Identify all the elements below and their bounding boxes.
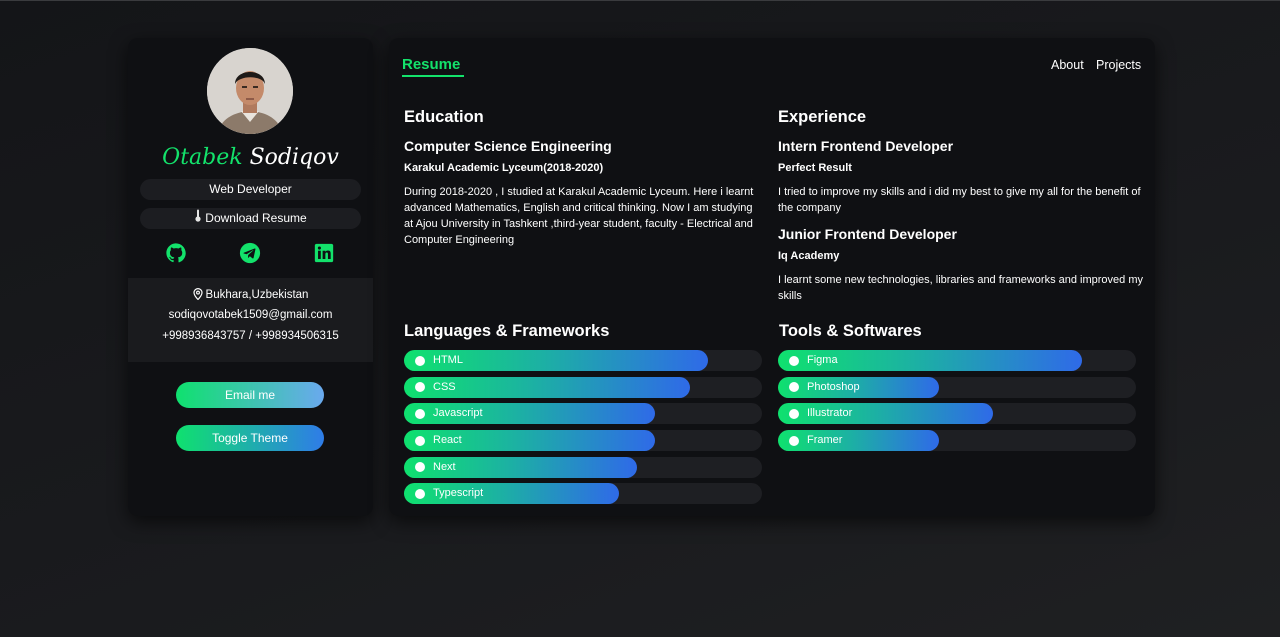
email-me-button[interactable]: Email me [176, 382, 324, 408]
nav-projects[interactable]: Projects [1096, 58, 1141, 72]
skill-bar: HTML [404, 350, 762, 371]
skill-dot-icon [789, 355, 799, 366]
skill-bar: Typescript [404, 483, 762, 505]
tools-heading: Tools & Softwares [779, 322, 922, 340]
skill-dot-icon [415, 408, 425, 419]
skill-bar: Illustrator [778, 403, 1136, 425]
skill-dot-icon [415, 435, 425, 446]
skill-bar: Photoshop [778, 376, 1136, 398]
thermometer-icon [194, 208, 202, 229]
location-text: Bukhara,Uzbekistan [205, 289, 309, 301]
social-links [128, 242, 373, 266]
experience-item-org: Iq Academy [778, 250, 840, 262]
phone-numbers: +998936843757 / +998934506315 [162, 330, 339, 342]
avatar [207, 48, 293, 134]
download-resume-button[interactable]: Download Resume [140, 208, 361, 229]
linkedin-icon[interactable] [313, 242, 335, 264]
skill-label: Figma [807, 354, 838, 366]
skill-label: Photoshop [807, 380, 860, 393]
location: Bukhara,Uzbekistan [128, 288, 373, 303]
skill-label: Illustrator [807, 407, 853, 420]
skill-bar: Next [404, 456, 762, 478]
top-border [0, 0, 1280, 1]
skill-label: React [433, 434, 462, 447]
download-resume-label: Download Resume [205, 211, 307, 225]
education-item-org: Karakul Academic Lyceum(2018-2020) [404, 162, 604, 174]
nav-about[interactable]: About [1051, 58, 1084, 72]
skill-label: HTML [433, 354, 463, 366]
tab-resume-underline [402, 75, 464, 77]
skill-label: CSS [433, 380, 456, 393]
profile-name: Otabek Sodiqov [128, 144, 373, 172]
skill-label: Typescript [433, 487, 484, 500]
role-badge: Web Developer [140, 179, 361, 200]
skill-label: Next [433, 460, 456, 473]
skill-label: Javascript [433, 407, 483, 420]
last-name: Sodiqov [249, 145, 339, 170]
profile-sidebar: Otabek Sodiqov Web Developer Download Re… [128, 38, 373, 516]
skill-bar-fill [778, 430, 940, 452]
experience-item-desc: I learnt some new technologies, librarie… [778, 274, 1143, 302]
skill-label: Framer [807, 434, 843, 447]
education-item-desc: During 2018-2020 , I studied at Karakul … [404, 186, 754, 246]
skill-bar: CSS [404, 376, 762, 398]
experience-item-org: Perfect Result [778, 162, 852, 174]
experience-item-title: Intern Frontend Developer [778, 138, 954, 154]
skill-bar: React [404, 430, 762, 452]
tools-skill-bars: Figma Photoshop Illustrator Framer [778, 350, 1136, 457]
email-address: sodiqovotabek1509@gmail.com [168, 309, 333, 321]
skill-dot-icon [415, 355, 425, 366]
skill-bar: Javascript [404, 403, 762, 425]
experience-item-desc: I tried to improve my skills and i did m… [778, 186, 1141, 214]
resume-panel: Resume About Projects Education Computer… [389, 38, 1155, 516]
toggle-theme-button[interactable]: Toggle Theme [176, 425, 324, 451]
languages-heading: Languages & Frameworks [404, 322, 610, 340]
experience-item-title: Junior Frontend Developer [778, 226, 957, 242]
experience-heading: Experience [778, 108, 867, 126]
first-name: Otabek [162, 145, 243, 170]
education-heading: Education [404, 108, 484, 126]
telegram-icon[interactable] [239, 242, 261, 264]
tab-resume[interactable]: Resume [402, 56, 460, 73]
skill-dot-icon [789, 435, 799, 446]
location-pin-icon [192, 288, 203, 303]
contact-info: Bukhara,Uzbekistan sodiqovotabek1509@gma… [128, 278, 373, 362]
skill-bar: Framer [778, 430, 1136, 452]
skill-bar: Figma [778, 350, 1136, 371]
skill-dot-icon [789, 408, 799, 419]
education-item-title: Computer Science Engineering [404, 138, 612, 154]
skill-dot-icon [415, 488, 425, 499]
languages-skill-bars: HTML CSS Javascript React Next Typescript [404, 350, 762, 510]
github-icon[interactable] [165, 242, 187, 264]
